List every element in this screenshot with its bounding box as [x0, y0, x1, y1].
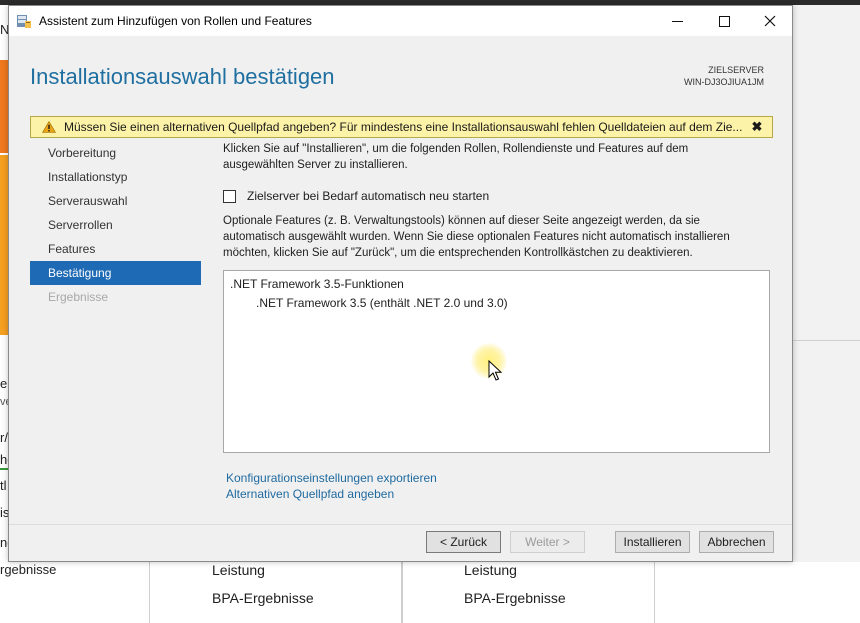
background-tile-item[interactable]: BPA-Ergebnisse — [464, 590, 566, 606]
wizard-body: Installationsauswahl bestätigen ZIELSERV… — [9, 36, 792, 561]
nav-item-serverauswahl[interactable]: Serverauswahl — [30, 189, 201, 213]
background-status-line — [0, 468, 8, 470]
background-right-pane — [792, 5, 860, 623]
warning-close-icon[interactable]: ✖ — [747, 119, 767, 135]
wizard-step-nav: Vorbereitung Installationstyp Serverausw… — [30, 141, 201, 309]
next-button: Weiter > — [510, 531, 585, 553]
list-item: .NET Framework 3.5-Funktionen — [230, 277, 404, 291]
window-title: Assistent zum Hinzufügen von Rollen und … — [39, 14, 312, 28]
background-tile-item[interactable]: Leistung — [464, 562, 517, 578]
title-bar[interactable]: Assistent zum Hinzufügen von Rollen und … — [9, 6, 792, 36]
restart-checkbox[interactable] — [223, 189, 236, 203]
alternate-source-link[interactable]: Alternativen Quellpfad angeben — [226, 487, 394, 501]
wizard-window: Assistent zum Hinzufügen von Rollen und … — [8, 5, 793, 562]
minimize-button[interactable] — [654, 6, 700, 36]
background-tile-amber — [0, 155, 8, 335]
close-button[interactable] — [747, 6, 793, 36]
background-tile-orange — [0, 60, 8, 153]
target-server-info: ZIELSERVER WIN-DJ3OJIUA1JM — [684, 64, 764, 88]
install-button[interactable]: Installieren — [615, 531, 690, 553]
restart-option[interactable]: Zielserver bei Bedarf automatisch neu st… — [223, 187, 489, 205]
list-item: .NET Framework 3.5 (enthält .NET 2.0 und… — [256, 296, 508, 310]
footer-divider — [9, 524, 792, 525]
maximize-icon — [718, 15, 730, 27]
background-text-fragment: r/ — [0, 430, 8, 445]
background-divider — [793, 340, 860, 341]
nav-item-installationstyp[interactable]: Installationstyp — [30, 165, 201, 189]
background-tile-item[interactable]: Leistung — [212, 562, 265, 578]
background-text-fragment: rgebnisse — [0, 562, 57, 577]
page-title: Installationsauswahl bestätigen — [30, 64, 335, 89]
restart-checkbox-label[interactable]: Zielserver bei Bedarf automatisch neu st… — [247, 189, 489, 203]
background-text-fragment: tl — [0, 478, 7, 493]
warning-icon — [42, 121, 56, 133]
close-icon — [764, 15, 776, 27]
optional-features-text: Optionale Features (z. B. Verwaltungstoo… — [223, 215, 730, 259]
target-server-name: WIN-DJ3OJIUA1JM — [683, 77, 764, 87]
nav-item-ergebnisse: Ergebnisse — [48, 290, 109, 304]
nav-item-bestaetigung[interactable]: Bestätigung — [30, 261, 201, 285]
background-tile-item[interactable]: BPA-Ergebnisse — [212, 590, 314, 606]
mouse-pointer-icon — [488, 360, 502, 381]
warning-banner: Müssen Sie einen alternativen Quellpfad … — [30, 116, 773, 138]
nav-item-vorbereitung[interactable]: Vorbereitung — [30, 141, 201, 165]
nav-item-serverrollen[interactable]: Serverrollen — [30, 213, 201, 237]
maximize-button[interactable] — [701, 6, 747, 36]
wizard-header: Installationsauswahl bestätigen ZIELSERV… — [9, 36, 792, 116]
warning-text[interactable]: Müssen Sie einen alternativen Quellpfad … — [64, 120, 747, 134]
export-config-link[interactable]: Konfigurationseinstellungen exportieren — [226, 471, 437, 485]
intro-text: Klicken Sie auf "Installieren", um die f… — [223, 143, 689, 171]
server-manager-icon — [17, 15, 31, 28]
back-button[interactable]: < Zurück — [426, 531, 501, 553]
nav-item-features[interactable]: Features — [30, 237, 201, 261]
target-server-label: ZIELSERVER — [708, 65, 764, 75]
minimize-icon — [671, 20, 683, 22]
cancel-button[interactable]: Abbrechen — [699, 531, 774, 553]
